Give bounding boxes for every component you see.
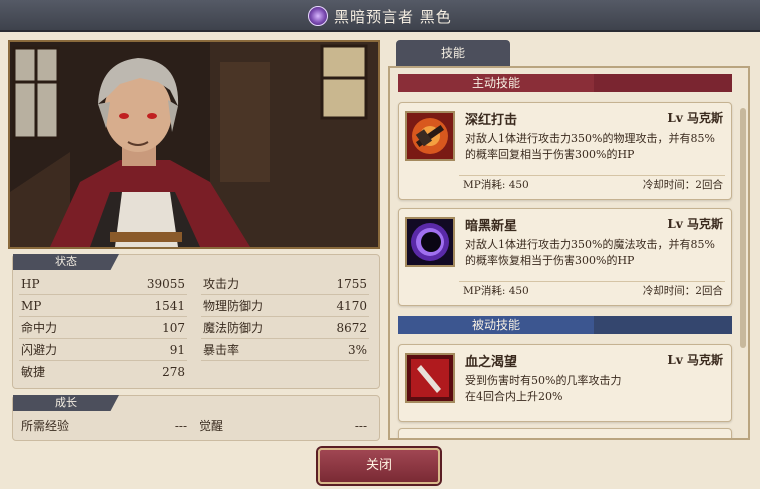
stat-accuracy: 命中力 107 xyxy=(19,317,187,339)
skill-card[interactable]: 深红打击 Lv 马克斯 对敌人1体进行攻击力350%的物理攻击，并有85%的概率… xyxy=(398,102,732,200)
stat-magic-def: 魔法防御力 8672 xyxy=(201,317,369,339)
status-section: 状态 HP 39055 MP 1541 命中力 107 闪避力 91 敏捷 278 攻击力… xyxy=(12,254,380,389)
stat-mp: MP 1541 xyxy=(19,295,187,317)
title-bar: 黑暗预言者 黑色 xyxy=(0,0,760,32)
skill-card[interactable]: 血之渴望 Lv 马克斯 受到伤害时有50%的几率攻击力在4回合内上升20% xyxy=(398,344,732,422)
character-title: 黑暗预言者 黑色 xyxy=(334,7,452,26)
passive-skills-header: 被动技能 xyxy=(398,316,732,334)
stat-agility: 敏捷 278 xyxy=(21,365,185,379)
close-button[interactable]: 关闭 xyxy=(318,448,440,484)
stat-evasion: 闪避力 91 xyxy=(19,339,187,361)
stat-hp: HP 39055 xyxy=(19,273,187,295)
stat-crit-rate: 暴击率 3% xyxy=(201,339,369,361)
active-skills-header: 主动技能 xyxy=(398,74,732,92)
growth-header: 成长 xyxy=(13,395,119,411)
skill-card[interactable]: 暗黑新星 Lv 马克斯 对敌人1体进行攻击力350%的魔法攻击，并有85%的概率… xyxy=(398,208,732,306)
growth-exp: 所需经验 --- xyxy=(21,419,187,433)
crimson-strike-icon xyxy=(405,111,455,161)
blood-thirst-icon xyxy=(405,353,455,403)
growth-section: 成长 所需经验 --- 觉醒 --- xyxy=(12,395,380,441)
growth-awaken: 觉醒 --- xyxy=(199,419,367,433)
character-portrait xyxy=(8,40,380,249)
skills-panel: 主动技能 深红打击 Lv 马克斯 对敌人1体进行攻击力350%的物理攻击，并有8… xyxy=(388,66,750,440)
status-header: 状态 xyxy=(13,254,119,270)
dark-nova-icon xyxy=(405,217,455,267)
tab-skills[interactable]: 技能 xyxy=(396,40,510,66)
character-panel: 状态 HP 39055 MP 1541 命中力 107 闪避力 91 敏捷 278 攻击力… xyxy=(0,32,760,489)
stat-phys-def: 物理防御力 4170 xyxy=(201,295,369,317)
skill-card[interactable] xyxy=(398,428,732,438)
skills-scrollbar[interactable] xyxy=(740,108,746,348)
stat-attack: 攻击力 1755 xyxy=(201,273,369,295)
dark-orb-icon xyxy=(308,6,328,26)
